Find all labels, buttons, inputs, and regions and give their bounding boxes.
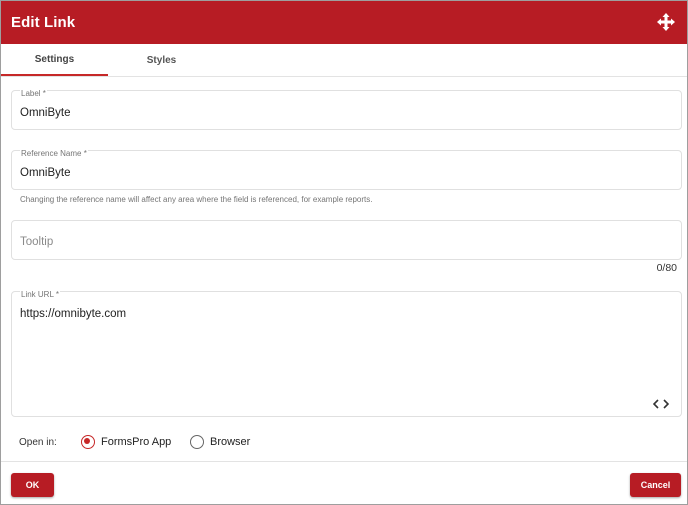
reference-name-field-value: OmniByte (20, 167, 71, 179)
ok-button[interactable]: OK (11, 473, 54, 497)
reference-name-helper-text: Changing the reference name will affect … (20, 195, 373, 204)
link-url-field-label: Link URL * (20, 290, 60, 299)
tab-settings[interactable]: Settings (1, 44, 108, 76)
dialog-title: Edit Link (11, 14, 76, 31)
open-in-label: Open in: (19, 437, 57, 448)
radio-circle-formspro-app[interactable] (81, 435, 95, 449)
radio-circle-browser[interactable] (190, 435, 204, 449)
radio-label-browser: Browser (210, 436, 251, 448)
code-brackets-icon[interactable] (653, 399, 669, 409)
tooltip-character-counter: 0/80 (656, 262, 677, 274)
tooltip-field[interactable]: Tooltip (11, 220, 682, 260)
reference-name-field-label: Reference Name * (20, 149, 88, 158)
tooltip-placeholder: Tooltip (20, 236, 54, 248)
label-field-label: Label * (20, 89, 47, 98)
label-field-value: OmniByte (20, 107, 71, 119)
edit-link-dialog: Edit Link Settings Styles Label * OmniBy… (0, 0, 688, 505)
link-url-field-value: https://omnibyte.com (20, 308, 127, 320)
label-field[interactable]: Label * OmniByte (11, 90, 682, 130)
radio-label-formspro-app: FormsPro App (101, 436, 172, 448)
radio-browser[interactable]: Browser (190, 435, 250, 449)
reference-name-field[interactable]: Reference Name * OmniByte (11, 150, 682, 190)
cancel-button[interactable]: Cancel (630, 473, 681, 497)
tab-bar: Settings Styles (1, 44, 687, 77)
move-arrows-icon[interactable] (657, 13, 675, 31)
dialog-footer: OK Cancel (1, 461, 687, 504)
tab-styles[interactable]: Styles (108, 44, 215, 76)
link-url-field[interactable]: Link URL * https://omnibyte.com (11, 291, 682, 417)
radio-formspro-app[interactable]: FormsPro App (81, 435, 171, 449)
dialog-header[interactable]: Edit Link (1, 1, 687, 44)
